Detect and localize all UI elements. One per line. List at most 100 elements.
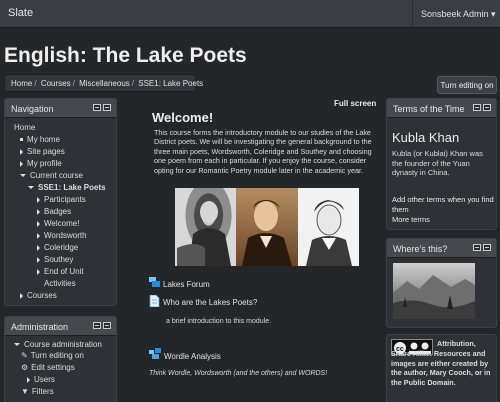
dock-icon[interactable] [473, 244, 481, 251]
breadcrumb-course[interactable]: SSE1: Lake Poets [138, 79, 203, 88]
collapse-arrow-icon [28, 186, 34, 189]
nav-item-label: Coleridge [44, 243, 79, 252]
nav-item-my-home[interactable]: My home [20, 135, 60, 144]
admin-item-course-administration[interactable]: Course administration [14, 340, 102, 349]
nav-item-label: My home [27, 135, 60, 144]
admin-item-users[interactable]: Users [27, 375, 55, 384]
where-block-title: Where's this? [393, 244, 448, 254]
bullet-icon [20, 138, 23, 141]
collapse-icon[interactable] [483, 244, 491, 251]
nav-item-activities[interactable]: Activities [44, 279, 76, 288]
license-text: Attribution, Share Alike. Resources and … [391, 339, 491, 388]
nav-item-coleridge[interactable]: Coleridge [37, 243, 78, 252]
collapse-icon[interactable] [103, 104, 111, 111]
pencil-icon: ✎ [21, 351, 28, 360]
page-title: English: The Lake Poets [4, 44, 247, 67]
admin-item-edit-settings[interactable]: ⚙ Edit settings [21, 363, 75, 372]
nav-item-badges[interactable]: Badges [37, 207, 71, 216]
nav-item-welcome[interactable]: Welcome! [37, 219, 79, 228]
expand-arrow-icon [37, 233, 40, 239]
dock-icon[interactable] [93, 104, 101, 111]
admin-item-label: Edit settings [31, 363, 75, 372]
admin-item-filters[interactable]: ▼ Filters [21, 387, 54, 396]
collapse-icon[interactable] [103, 322, 111, 329]
expand-arrow-icon [37, 245, 40, 251]
nav-item-home[interactable]: Home [14, 123, 35, 132]
nav-item-my-profile[interactable]: My profile [20, 159, 62, 168]
nav-item-label: Badges [44, 207, 72, 216]
nav-item-end-of-unit[interactable]: End of Unit [37, 267, 84, 276]
block-controls [93, 104, 111, 111]
block-controls [93, 322, 111, 329]
site-brand[interactable]: Slate [8, 7, 33, 19]
admin-item-label: Filters [31, 387, 54, 396]
more-terms-link[interactable]: More terms [392, 215, 430, 224]
expand-arrow-icon [37, 269, 40, 275]
nav-item-southey[interactable]: Southey [37, 255, 73, 264]
expand-arrow-icon [20, 149, 23, 155]
lakes-forum-link[interactable]: Lakes Forum [163, 280, 210, 289]
navigation-block: Navigation Home My home Site pages My pr… [4, 98, 117, 306]
expand-arrow-icon [20, 161, 23, 167]
nav-item-label: Welcome! [44, 219, 80, 228]
nav-item-label: Activities [44, 279, 76, 288]
block-controls [473, 104, 491, 111]
breadcrumb-courses[interactable]: Courses [41, 79, 71, 88]
where-block: Where's this? [386, 238, 497, 328]
nav-item-label: My profile [27, 159, 62, 168]
expand-arrow-icon [37, 197, 40, 203]
nav-item-label: Home [14, 123, 36, 132]
collapse-arrow-icon [20, 174, 26, 177]
nav-item-current-course[interactable]: Current course [20, 171, 83, 180]
admin-item-turn-editing-on[interactable]: ✎ Turn editing on [21, 351, 84, 360]
where-block-header: Where's this? [387, 239, 496, 258]
nav-item-course[interactable]: SSE1: Lake Poets [28, 183, 106, 192]
southey-portrait [236, 188, 298, 266]
collapse-icon[interactable] [483, 104, 491, 111]
top-navbar: Slate Sonsbeek Admin ▾ [0, 0, 500, 28]
section-heading: Welcome! [152, 110, 214, 125]
nav-item-label: Current course [30, 171, 83, 180]
nav-item-label: End of Unit [44, 267, 84, 276]
who-are-the-lakes-poets-link[interactable]: Who are the Lakes Poets? [163, 298, 257, 307]
nav-item-site-pages[interactable]: Site pages [20, 147, 65, 156]
terms-block-header: Terms of the Time [387, 99, 496, 118]
wordle-analysis-link[interactable]: Wordle Analysis [164, 352, 221, 361]
coleridge-portrait [297, 188, 359, 266]
expand-arrow-icon [20, 293, 23, 299]
nav-item-label: Wordsworth [44, 231, 87, 240]
nav-item-courses[interactable]: Courses [20, 291, 57, 300]
full-screen-link[interactable]: Full screen [334, 99, 376, 108]
breadcrumb-miscellaneous[interactable]: Miscellaneous [79, 79, 130, 88]
expand-arrow-icon [37, 209, 40, 215]
glossary-definition: Kubla (or Kublai) Khan was the founder o… [392, 149, 483, 177]
page-description: a brief introduction to this module. [166, 318, 272, 325]
dock-icon[interactable] [93, 322, 101, 329]
portrait-figure [305, 200, 352, 266]
dock-icon[interactable] [473, 104, 481, 111]
user-menu[interactable]: Sonsbeek Admin ▾ [412, 0, 500, 28]
collapse-arrow-icon [14, 343, 20, 346]
breadcrumb-home[interactable]: Home [11, 79, 32, 88]
filter-icon: ▼ [21, 387, 29, 396]
glossary-term: Kubla Khan [392, 130, 460, 145]
expand-arrow-icon [37, 221, 40, 227]
lake-poets-portraits [175, 188, 359, 266]
portrait-figure [242, 200, 293, 266]
administration-block: Administration Course administration ✎ Tu… [4, 316, 117, 402]
turn-editing-on-button[interactable]: Turn editing on [437, 76, 497, 94]
portrait-figure [177, 201, 231, 266]
administration-block-title: Administration [11, 322, 69, 332]
location-photo [393, 263, 475, 319]
nav-item-label: Site pages [27, 147, 65, 156]
landscape-illustration [393, 275, 475, 319]
navigation-block-header: Navigation [5, 99, 116, 118]
expand-arrow-icon [37, 257, 40, 263]
add-terms-link[interactable]: Add other terms when you find them [392, 195, 496, 214]
nav-item-participants[interactable]: Participants [37, 195, 86, 204]
nav-item-label: SSE1: Lake Poets [38, 183, 106, 192]
nav-item-label: Participants [44, 195, 86, 204]
nav-item-wordsworth[interactable]: Wordsworth [37, 231, 87, 240]
breadcrumb-separator: / [131, 79, 135, 88]
gear-icon: ⚙ [21, 363, 29, 372]
